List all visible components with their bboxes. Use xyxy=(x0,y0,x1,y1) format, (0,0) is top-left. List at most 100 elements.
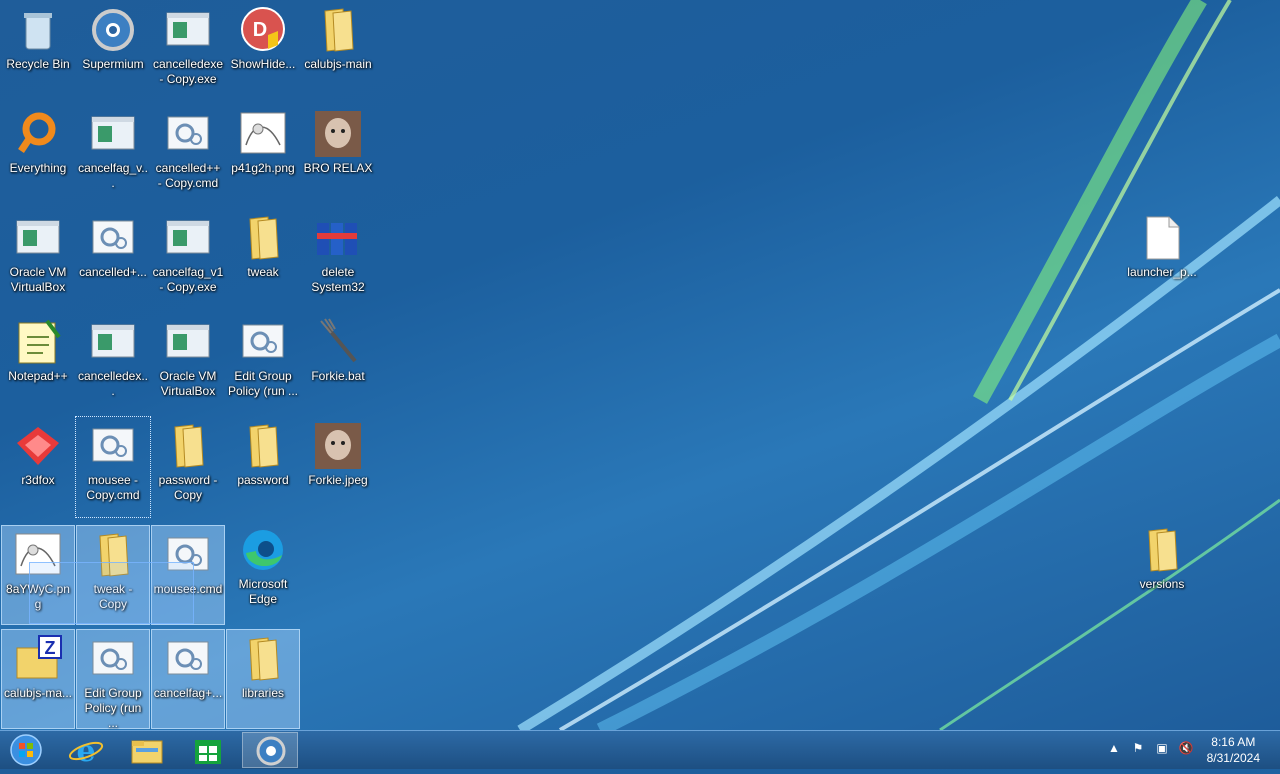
desktop-icon[interactable]: Forkie.jpeg xyxy=(301,417,375,517)
desktop-icon[interactable]: cancelledex... xyxy=(76,313,150,413)
svg-text:D: D xyxy=(253,19,267,41)
cans-icon xyxy=(313,213,363,263)
desktop-icon[interactable]: Forkie.bat xyxy=(301,313,375,413)
desktop-icon[interactable]: cancelfag+... xyxy=(151,629,225,729)
image-file-icon xyxy=(238,109,288,159)
desktop-icon-label: BRO RELAX xyxy=(303,161,373,175)
desktop-icon[interactable]: password - Copy xyxy=(151,417,225,517)
store-icon xyxy=(195,740,221,764)
desktop-icon[interactable]: cancelfag_v... xyxy=(76,105,150,205)
gear-script-icon xyxy=(163,634,213,684)
desktop-icon-label: versions xyxy=(1139,577,1185,591)
desktop-icon-label: Edit Group Policy (run ... xyxy=(84,686,142,730)
desktop-icon-label: Recycle Bin xyxy=(6,57,70,71)
exe-window-icon xyxy=(163,213,213,263)
zip-folder-icon: Z xyxy=(13,634,63,684)
desktop-icon[interactable]: libraries xyxy=(226,629,300,729)
exe-window-icon xyxy=(163,317,213,367)
desktop-icon[interactable]: Everything xyxy=(1,105,75,205)
clock-date: 8/31/2024 xyxy=(1206,751,1260,765)
desktop-icon-label: cancelfag_v1 - Copy.exe xyxy=(152,265,224,294)
fork-icon xyxy=(313,317,363,367)
start-orb-icon xyxy=(10,734,42,766)
recycle-bin-icon xyxy=(13,5,63,55)
desktop-icon[interactable]: Supermium xyxy=(76,1,150,101)
desktop-icon[interactable]: Oracle VM VirtualBox xyxy=(151,313,225,413)
gear-script-icon xyxy=(238,317,288,367)
desktop-icon[interactable]: BRO RELAX xyxy=(301,105,375,205)
exe-window-icon xyxy=(88,109,138,159)
desktop-icon-label: Oracle VM VirtualBox xyxy=(159,369,217,398)
desktop-icon-label: p41g2h.png xyxy=(231,161,295,175)
desktop-icon[interactable]: cancelfag_v1 - Copy.exe xyxy=(151,209,225,309)
search-icon xyxy=(13,109,63,159)
taskbar-store[interactable] xyxy=(180,732,236,768)
start-button[interactable] xyxy=(0,732,56,768)
clock-time: 8:16 AM xyxy=(1211,735,1256,749)
action-center-flag-icon[interactable]: ⚑ xyxy=(1130,741,1146,757)
desktop-icon[interactable]: tweak xyxy=(226,209,300,309)
supermium-icon xyxy=(256,736,286,766)
desktop-icon[interactable]: versions xyxy=(1125,521,1199,621)
desktop-icon[interactable]: cancelled+... xyxy=(76,209,150,309)
photo-icon xyxy=(313,421,363,471)
desktop-icon[interactable]: Zcalubjs-ma... xyxy=(1,629,75,729)
taskbar-file-explorer[interactable] xyxy=(119,732,175,768)
desktop-icon-label: mousee - Copy.cmd xyxy=(86,473,140,502)
desktop-icon[interactable]: Recycle Bin xyxy=(1,1,75,101)
folder-icon xyxy=(1137,525,1187,575)
desktop-icon-label: Supermium xyxy=(82,57,144,71)
desktop-icon-label: r3dfox xyxy=(21,473,55,487)
file-explorer-icon xyxy=(131,740,163,764)
clock[interactable]: 8:16 AM 8/31/2024 xyxy=(1207,734,1260,766)
gear-script-icon xyxy=(88,421,138,471)
volume-muted-icon[interactable]: 🔇 xyxy=(1178,741,1194,757)
desktop-icon[interactable]: cancelled++ - Copy.cmd xyxy=(151,105,225,205)
desktop-icon-label: launcher_p... xyxy=(1127,265,1197,279)
desktop-icon[interactable]: password xyxy=(226,417,300,517)
exe-window-icon xyxy=(88,317,138,367)
photo-icon xyxy=(313,109,363,159)
desktop-icon[interactable]: cancelledexe - Copy.exe xyxy=(151,1,225,101)
folder-icon xyxy=(238,634,288,684)
desktop-icon-label: password - Copy xyxy=(158,473,218,502)
internet-explorer-icon: e xyxy=(68,734,104,769)
desktop-icon[interactable]: Oracle VM VirtualBox xyxy=(1,209,75,309)
desktop-icon[interactable]: Edit Group Policy (run ... xyxy=(76,629,150,730)
taskbar-internet-explorer[interactable]: e xyxy=(58,732,114,769)
desktop-icon-label: delete System32 xyxy=(311,265,365,294)
network-icon[interactable]: ▣ xyxy=(1154,741,1170,757)
desktop-icon-label: tweak xyxy=(247,265,279,279)
taskbar-supermium[interactable] xyxy=(242,732,298,768)
folder-icon xyxy=(238,213,288,263)
edge-icon xyxy=(238,525,288,575)
selection-marquee xyxy=(29,562,194,624)
blank-file-icon xyxy=(1137,213,1187,263)
desktop-icon-label: Edit Group Policy (run ... xyxy=(227,369,299,398)
desktop-icon[interactable]: D ShowHide... xyxy=(226,1,300,101)
desktop-icon[interactable]: launcher_p... xyxy=(1125,209,1199,309)
svg-text:Z: Z xyxy=(45,638,56,658)
showhide-icon: D xyxy=(238,5,288,55)
gear-script-icon xyxy=(88,213,138,263)
desktop-icon[interactable]: delete System32 xyxy=(301,209,375,309)
desktop-icon[interactable]: calubjs-main xyxy=(301,1,375,101)
exe-window-icon xyxy=(163,5,213,55)
folder-icon xyxy=(163,421,213,471)
show-hidden-icons[interactable]: ▲ xyxy=(1106,741,1122,757)
folder-icon xyxy=(238,421,288,471)
desktop-icon-label: calubjs-main xyxy=(304,57,372,71)
desktop-icon[interactable]: Notepad++ xyxy=(1,313,75,413)
desktop-icon-label: Everything xyxy=(9,161,67,175)
desktop-icon[interactable]: mousee - Copy.cmd xyxy=(75,416,151,518)
taskbar: e ▲ ⚑ ▣ 🔇 8:16 AM 8/31/2024 xyxy=(0,730,1280,769)
browser-icon xyxy=(88,5,138,55)
desktop-icon[interactable]: Microsoft Edge xyxy=(226,521,300,621)
desktop-icon-label: ShowHide... xyxy=(230,57,296,71)
desktop-icon-label: cancelled+... xyxy=(79,265,147,279)
desktop-icon[interactable]: r3dfox xyxy=(1,417,75,517)
desktop-icon[interactable]: p41g2h.png xyxy=(226,105,300,205)
desktop-icon-label: cancelledexe - Copy.exe xyxy=(152,57,224,86)
folder-icon xyxy=(313,5,363,55)
desktop-icon[interactable]: Edit Group Policy (run ... xyxy=(226,313,300,413)
